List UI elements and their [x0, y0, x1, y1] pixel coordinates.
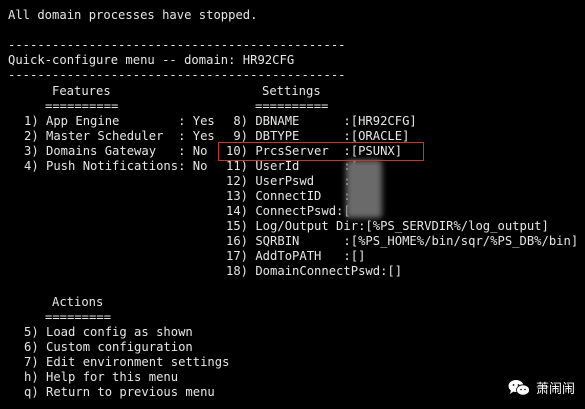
- features-underline: ==========: [45, 99, 119, 113]
- setting-item: 15) Log/Output Dir:[%PS_SERVDIR%/log_out…: [226, 219, 549, 233]
- setting-item: 12) UserPswd :[: [226, 174, 359, 188]
- action-item: 6) Custom configuration: [24, 340, 193, 354]
- feature-item: 3) Domains Gateway : No: [24, 144, 208, 158]
- separator-bottom: ----------------------------------------…: [8, 68, 346, 82]
- action-item: 7) Edit environment settings: [24, 355, 230, 369]
- menu-title: Quick-configure menu -- domain: HR92CFG: [8, 53, 295, 67]
- features-header: Features: [52, 84, 111, 98]
- setting-item: 8) DBNAME :[HR92CFG]: [226, 114, 417, 128]
- terminal-window[interactable]: All domain processes have stopped. -----…: [0, 0, 585, 409]
- setting-item: 18) DomainConnectPswd:[]: [226, 264, 403, 278]
- setting-item: 14) ConnectPswd:[: [226, 204, 351, 218]
- action-item: h) Help for this menu: [24, 370, 179, 384]
- separator-top: ----------------------------------------…: [8, 38, 346, 52]
- setting-item: 16) SQRBIN :[%PS_HOME%/bin/sqr/%PS_DB%/b…: [226, 234, 579, 248]
- action-item: 5) Load config as shown: [24, 325, 193, 339]
- action-item: q) Return to previous menu: [24, 385, 215, 399]
- actions-header: Actions: [52, 295, 104, 309]
- settings-header: Settings: [262, 84, 321, 98]
- watermark: 萧闹闹: [508, 378, 575, 397]
- feature-item: 1) App Engine : Yes: [24, 114, 215, 128]
- status-line: All domain processes have stopped.: [8, 8, 258, 22]
- settings-underline: ==========: [255, 99, 329, 113]
- feature-item: 4) Push Notifications: No: [24, 159, 208, 173]
- watermark-text: 萧闹闹: [535, 382, 575, 397]
- setting-item: 13) ConnectID :[: [226, 189, 359, 203]
- feature-item: 2) Master Scheduler : Yes: [24, 129, 215, 143]
- highlight-box: [218, 142, 424, 161]
- setting-item: 11) UserId :[: [226, 159, 359, 173]
- redaction-blur: [346, 160, 382, 218]
- setting-item: 17) AddToPATH :[]: [226, 249, 366, 263]
- wechat-icon: [508, 379, 530, 397]
- actions-underline: =========: [45, 310, 112, 324]
